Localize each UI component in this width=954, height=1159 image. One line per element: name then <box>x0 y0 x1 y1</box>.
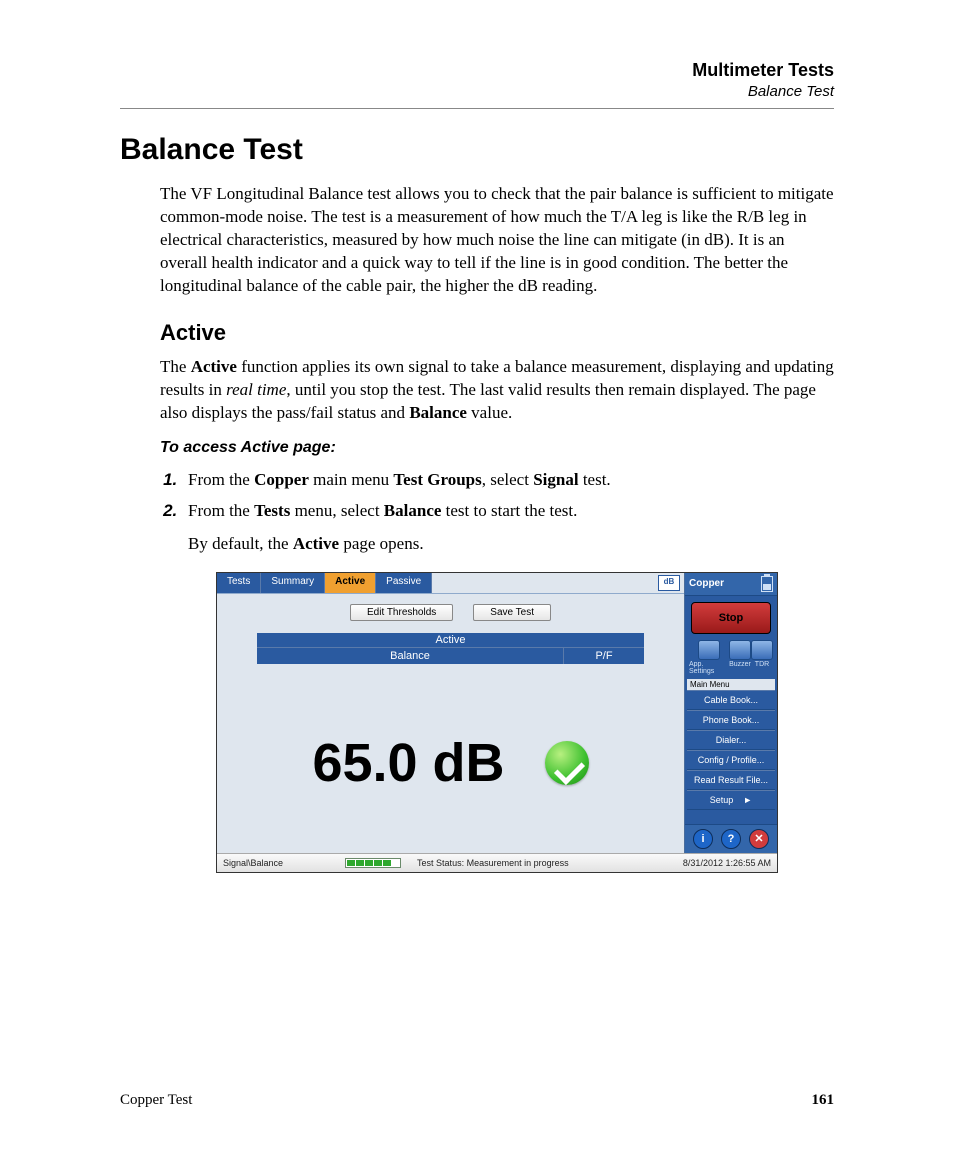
header-rule <box>120 108 834 109</box>
step-list: From the Copper main menu Test Groups, s… <box>160 467 834 524</box>
page-footer: Copper Test 161 <box>120 1092 834 1109</box>
tdr-button[interactable]: TDR <box>751 640 773 675</box>
column-pf: P/F <box>563 648 644 664</box>
results-table: Active Balance P/F <box>257 633 644 664</box>
menu-phone-book[interactable]: Phone Book... <box>687 710 775 730</box>
instruction-heading: To access Active page: <box>160 439 834 457</box>
column-balance: Balance <box>257 648 563 664</box>
menu-setup[interactable]: Setup ► <box>687 790 775 810</box>
progress-indicator <box>345 858 401 868</box>
footer-left: Copper Test <box>120 1092 192 1109</box>
page-number: 161 <box>812 1092 835 1109</box>
results-table-title: Active <box>257 633 644 648</box>
tab-passive[interactable]: Passive <box>376 573 432 593</box>
menu-dialer[interactable]: Dialer... <box>687 730 775 750</box>
step-followup: By default, the Active page opens. <box>188 534 834 554</box>
app-settings-icon <box>698 640 720 660</box>
help-button[interactable]: ? <box>721 829 741 849</box>
step-1: From the Copper main menu Test Groups, s… <box>182 467 834 493</box>
status-bar: Signal\Balance Test Status: Measurement … <box>217 853 777 872</box>
section-title: Balance Test <box>120 83 834 100</box>
tab-bar: Tests Summary Active Passive dB <box>217 573 684 594</box>
step-2: From the Tests menu, select Balance test… <box>182 498 834 524</box>
menu-config-profile[interactable]: Config / Profile... <box>687 750 775 770</box>
save-test-button[interactable]: Save Test <box>473 604 551 621</box>
info-button[interactable]: i <box>693 829 713 849</box>
intro-paragraph: The VF Longitudinal Balance test allows … <box>160 183 834 298</box>
result-body: 65.0 dB <box>217 664 684 853</box>
edit-thresholds-button[interactable]: Edit Thresholds <box>350 604 453 621</box>
tab-active[interactable]: Active <box>325 573 376 593</box>
side-panel-title: Copper <box>689 578 724 589</box>
running-header: Multimeter Tests Balance Test <box>120 60 834 100</box>
buzzer-icon <box>729 640 751 660</box>
menu-read-result-file[interactable]: Read Result File... <box>687 770 775 790</box>
chevron-right-icon: ► <box>743 795 752 805</box>
main-menu-label: Main Menu <box>687 679 775 690</box>
app-settings-button[interactable]: App. Settings <box>689 640 729 675</box>
chapter-title: Multimeter Tests <box>120 60 834 81</box>
pass-checkmark-icon <box>545 741 589 785</box>
db-indicator-icon: dB <box>658 575 680 591</box>
battery-icon <box>761 576 773 592</box>
page-title: Balance Test <box>120 133 834 167</box>
active-paragraph: The Active function applies its own sign… <box>160 356 834 425</box>
buzzer-button[interactable]: Buzzer <box>729 640 751 675</box>
embedded-screenshot: Tests Summary Active Passive dB Edit Thr… <box>216 572 778 873</box>
subsection-heading: Active <box>160 320 834 346</box>
tab-tests[interactable]: Tests <box>217 573 261 593</box>
toolbar: Edit Thresholds Save Test <box>217 594 684 629</box>
tdr-icon <box>751 640 773 660</box>
status-message: Test Status: Measurement in progress <box>417 858 667 868</box>
close-button[interactable]: ✕ <box>749 829 769 849</box>
status-timestamp: 8/31/2012 1:26:55 AM <box>683 858 771 868</box>
side-panel: Copper Stop App. Settings Buzzer <box>685 573 777 853</box>
stop-button[interactable]: Stop <box>691 602 771 634</box>
tab-summary[interactable]: Summary <box>261 573 325 593</box>
menu-cable-book[interactable]: Cable Book... <box>687 690 775 710</box>
status-path: Signal\Balance <box>223 858 283 868</box>
balance-reading: 65.0 dB <box>312 732 504 794</box>
